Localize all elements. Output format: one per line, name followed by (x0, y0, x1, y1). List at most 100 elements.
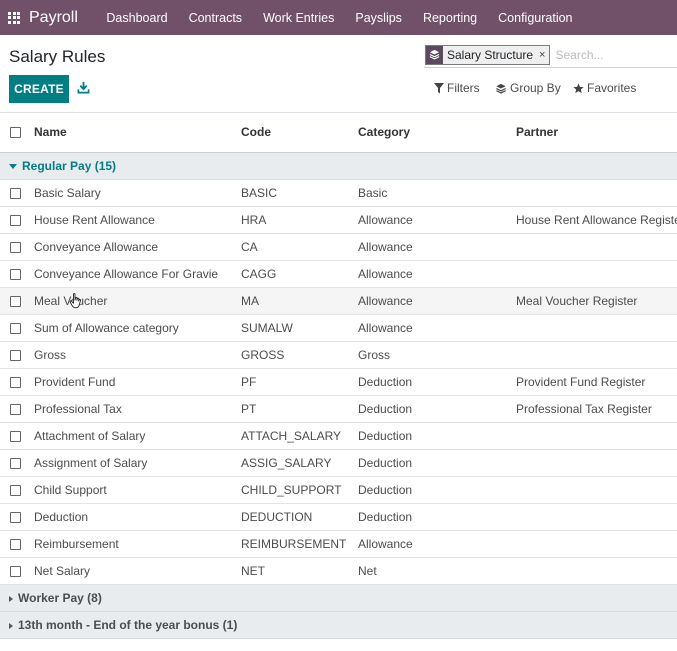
table-row[interactable]: Attachment of Salary ATTACH_SALARY Deducti… (0, 423, 677, 450)
row-checkbox[interactable] (10, 188, 21, 199)
cell-category: Deduction (358, 510, 413, 524)
cell-partner: House Rent Allowance Register (516, 213, 677, 227)
favorites-button[interactable]: Favorites (573, 81, 636, 95)
row-checkbox[interactable] (10, 485, 21, 496)
cell-name: Deduction (34, 510, 89, 524)
row-checkbox[interactable] (10, 431, 21, 442)
table-row[interactable]: Net Salary NET Net (0, 558, 677, 585)
menu-configuration[interactable]: Configuration (488, 11, 583, 25)
cell-code: NET (241, 564, 265, 578)
cell-code: BASIC (241, 186, 278, 200)
table-row[interactable]: Deduction DEDUCTION Deduction (0, 504, 677, 531)
cell-name: Meal Voucher (34, 294, 108, 308)
cell-name: Provident Fund (34, 375, 116, 389)
group-by-button[interactable]: Group By (495, 81, 561, 95)
cell-code: CHILD_SUPPORT (241, 483, 342, 497)
cell-category: Deduction (358, 375, 413, 389)
select-all-checkbox[interactable] (10, 127, 21, 138)
table-row[interactable]: Basic Salary BASIC Basic (0, 180, 677, 207)
row-checkbox[interactable] (10, 296, 21, 307)
row-checkbox[interactable] (10, 323, 21, 334)
row-checkbox[interactable] (10, 404, 21, 415)
caret-right-icon (9, 595, 13, 602)
column-header-code[interactable]: Code (241, 117, 356, 153)
search-input[interactable] (555, 47, 666, 62)
row-checkbox[interactable] (10, 458, 21, 469)
search-bar[interactable]: Salary Structure × (424, 42, 677, 68)
group-by-label: Group By (510, 81, 561, 95)
cell-category: Allowance (358, 294, 413, 308)
table-row[interactable]: House Rent Allowance HRA Allowance House Re… (0, 207, 677, 234)
cell-partner (516, 558, 677, 585)
column-header-category[interactable]: Category (358, 117, 508, 153)
group-label[interactable]: Regular Pay (15) (9, 153, 116, 180)
row-checkbox[interactable] (10, 215, 21, 226)
group-label[interactable]: 13th month - End of the year bonus (1) (9, 612, 237, 639)
hand-cursor-icon (69, 293, 83, 309)
cell-name: Assignment of Salary (34, 456, 148, 470)
cell-partner (516, 477, 677, 504)
download-icon[interactable] (77, 81, 91, 95)
cell-partner (516, 342, 677, 369)
caret-down-icon (9, 164, 17, 169)
table-row[interactable]: Conveyance Allowance CA Allowance (0, 234, 677, 261)
column-header-name[interactable]: Name (34, 117, 234, 153)
menu-payslips[interactable]: Payslips (345, 11, 413, 25)
table-row[interactable]: Sum of Allowance category SUMALW Allowance (0, 315, 677, 342)
filter-icon (434, 82, 444, 93)
table-row[interactable]: Assignment of Salary ASSIG_SALARY Deductio… (0, 450, 677, 477)
menu-reporting[interactable]: Reporting (412, 11, 487, 25)
table-header: Name Code Category Partner (0, 117, 677, 153)
control-panel: Salary Rules Salary Structure × CREATE (0, 35, 677, 113)
cell-partner: Professional Tax Register (516, 402, 652, 416)
column-header-partner[interactable]: Partner (516, 117, 677, 153)
cell-partner (516, 450, 677, 477)
group-row[interactable]: 13th month - End of the year bonus (1) (0, 612, 677, 639)
facet-remove-icon[interactable]: × (537, 45, 550, 64)
layers-icon (496, 83, 506, 94)
table-row[interactable]: Meal Voucher MA Allowance Meal Voucher Regi… (0, 288, 677, 315)
cell-partner (516, 504, 677, 531)
cell-category: Deduction (358, 483, 413, 497)
app-brand[interactable]: Payroll (29, 9, 78, 27)
search-facet-label: Salary Structure (443, 45, 538, 64)
layers-icon (426, 45, 443, 64)
row-checkbox[interactable] (10, 242, 21, 253)
cell-partner (516, 234, 677, 261)
group-row[interactable]: Worker Pay (8) (0, 585, 677, 612)
page-title: Salary Rules (9, 47, 106, 66)
table-row[interactable]: Provident Fund PF Deduction Provident Fund … (0, 369, 677, 396)
cell-code: GROSS (241, 348, 285, 362)
table-row[interactable]: Reimbursement REIMBURSEMENT Allowance (0, 531, 677, 558)
group-row[interactable]: Regular Pay (15) (0, 153, 677, 180)
table-row[interactable]: Child Support CHILD_SUPPORT Deduction (0, 477, 677, 504)
table-row[interactable]: Conveyance Allowance For Gravie CAGG Allow… (0, 261, 677, 288)
cell-category: Basic (358, 186, 388, 200)
row-checkbox[interactable] (10, 539, 21, 550)
filters-button[interactable]: Filters (434, 81, 480, 95)
cell-code: CAGG (241, 267, 277, 281)
apps-grid-icon[interactable] (8, 11, 20, 24)
table-row[interactable]: Gross GROSS Gross (0, 342, 677, 369)
caret-right-icon (9, 622, 13, 629)
row-checkbox[interactable] (10, 377, 21, 388)
cell-category: Gross (358, 348, 391, 362)
search-facet[interactable]: Salary Structure × (425, 44, 551, 65)
cell-code: HRA (241, 213, 267, 227)
cell-name: Professional Tax (34, 402, 122, 416)
cell-category: Allowance (358, 321, 413, 335)
group-label[interactable]: Worker Pay (8) (9, 585, 102, 612)
row-checkbox[interactable] (10, 566, 21, 577)
row-checkbox[interactable] (10, 269, 21, 280)
row-checkbox[interactable] (10, 512, 21, 523)
create-button[interactable]: CREATE (9, 75, 69, 103)
cell-category: Net (358, 564, 377, 578)
cell-category: Allowance (358, 267, 413, 281)
menu-dashboard[interactable]: Dashboard (96, 11, 178, 25)
menu-work-entries[interactable]: Work Entries (253, 11, 345, 25)
row-checkbox[interactable] (10, 350, 21, 361)
group-label-text: Worker Pay (8) (18, 591, 102, 605)
table-row[interactable]: Professional Tax PT Deduction Professional … (0, 396, 677, 423)
menu-contracts[interactable]: Contracts (178, 11, 253, 25)
cell-partner (516, 531, 677, 558)
